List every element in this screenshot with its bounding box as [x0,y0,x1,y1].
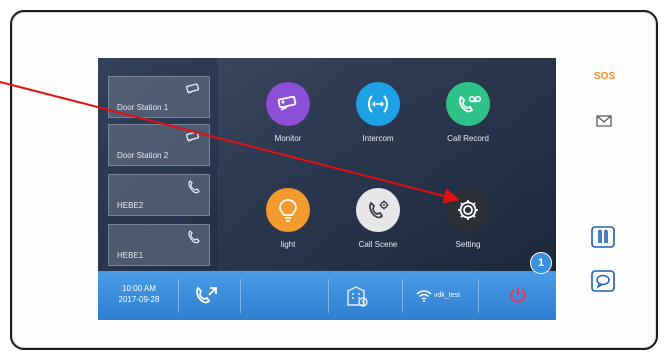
setting-app[interactable]: Setting [423,188,513,249]
monitor-app[interactable]: Monitor [243,82,333,143]
list-item-door-station-1[interactable]: Door Station 1 [108,76,210,118]
wifi-icon[interactable] [416,290,432,302]
phone-icon [188,230,200,244]
touch-screen: Door Station 1 Door Station 2 HEBE2 HEBE… [98,58,556,320]
sos-button[interactable]: SOS [594,71,615,82]
list-item-label: HEBE2 [117,201,144,210]
app-label: Intercom [362,134,394,143]
list-item-label: Door Station 2 [117,151,169,160]
list-item-label: Door Station 1 [117,103,169,112]
divider [240,279,241,313]
gear-icon [446,188,490,232]
divider [328,279,329,313]
list-item-hebe1[interactable]: HEBE1 [108,224,210,266]
divider [178,279,179,313]
step-badge: 1 [530,252,552,274]
time-text: 10:00 AM [122,284,156,293]
list-item-hebe2[interactable]: HEBE2 [108,174,210,216]
list-item-label: HEBE1 [117,251,144,260]
list-item-door-station-2[interactable]: Door Station 2 [108,124,210,166]
wifi-name: vdk_test [434,292,461,299]
app-label: Call Record [447,134,489,143]
camera-icon [186,83,200,94]
camera-icon [266,82,310,126]
app-label: Monitor [274,134,302,143]
call-scene-icon [356,188,400,232]
date-text: 2017-09-28 [118,295,160,304]
light-app[interactable]: light [243,188,333,249]
intercom-icon [356,82,400,126]
chat-icon[interactable] [591,270,615,292]
call-scene-app[interactable]: Call Scene [333,188,423,249]
building-icon[interactable] [344,283,370,309]
envelope-icon[interactable] [596,115,612,127]
app-label: light [280,240,296,249]
call-record-icon [446,82,490,126]
call-record-app[interactable]: Call Record [423,82,513,143]
lightbulb-icon [266,188,310,232]
intercom-app[interactable]: Intercom [333,82,423,143]
door-icon[interactable] [591,226,615,248]
power-icon[interactable] [508,285,528,305]
divider [402,279,403,313]
camera-icon [186,131,200,142]
device-list: Door Station 1 Door Station 2 HEBE2 HEBE… [98,58,210,271]
taskbar: 10:00 AM 2017-09-28 vdk_test [98,271,556,320]
phone-forward-icon[interactable] [194,284,220,308]
app-label: Call Scene [358,240,398,249]
phone-icon [188,180,200,194]
app-label: Setting [455,240,481,249]
divider [478,279,479,313]
clock: 10:00 AM 2017-09-28 [104,283,174,305]
